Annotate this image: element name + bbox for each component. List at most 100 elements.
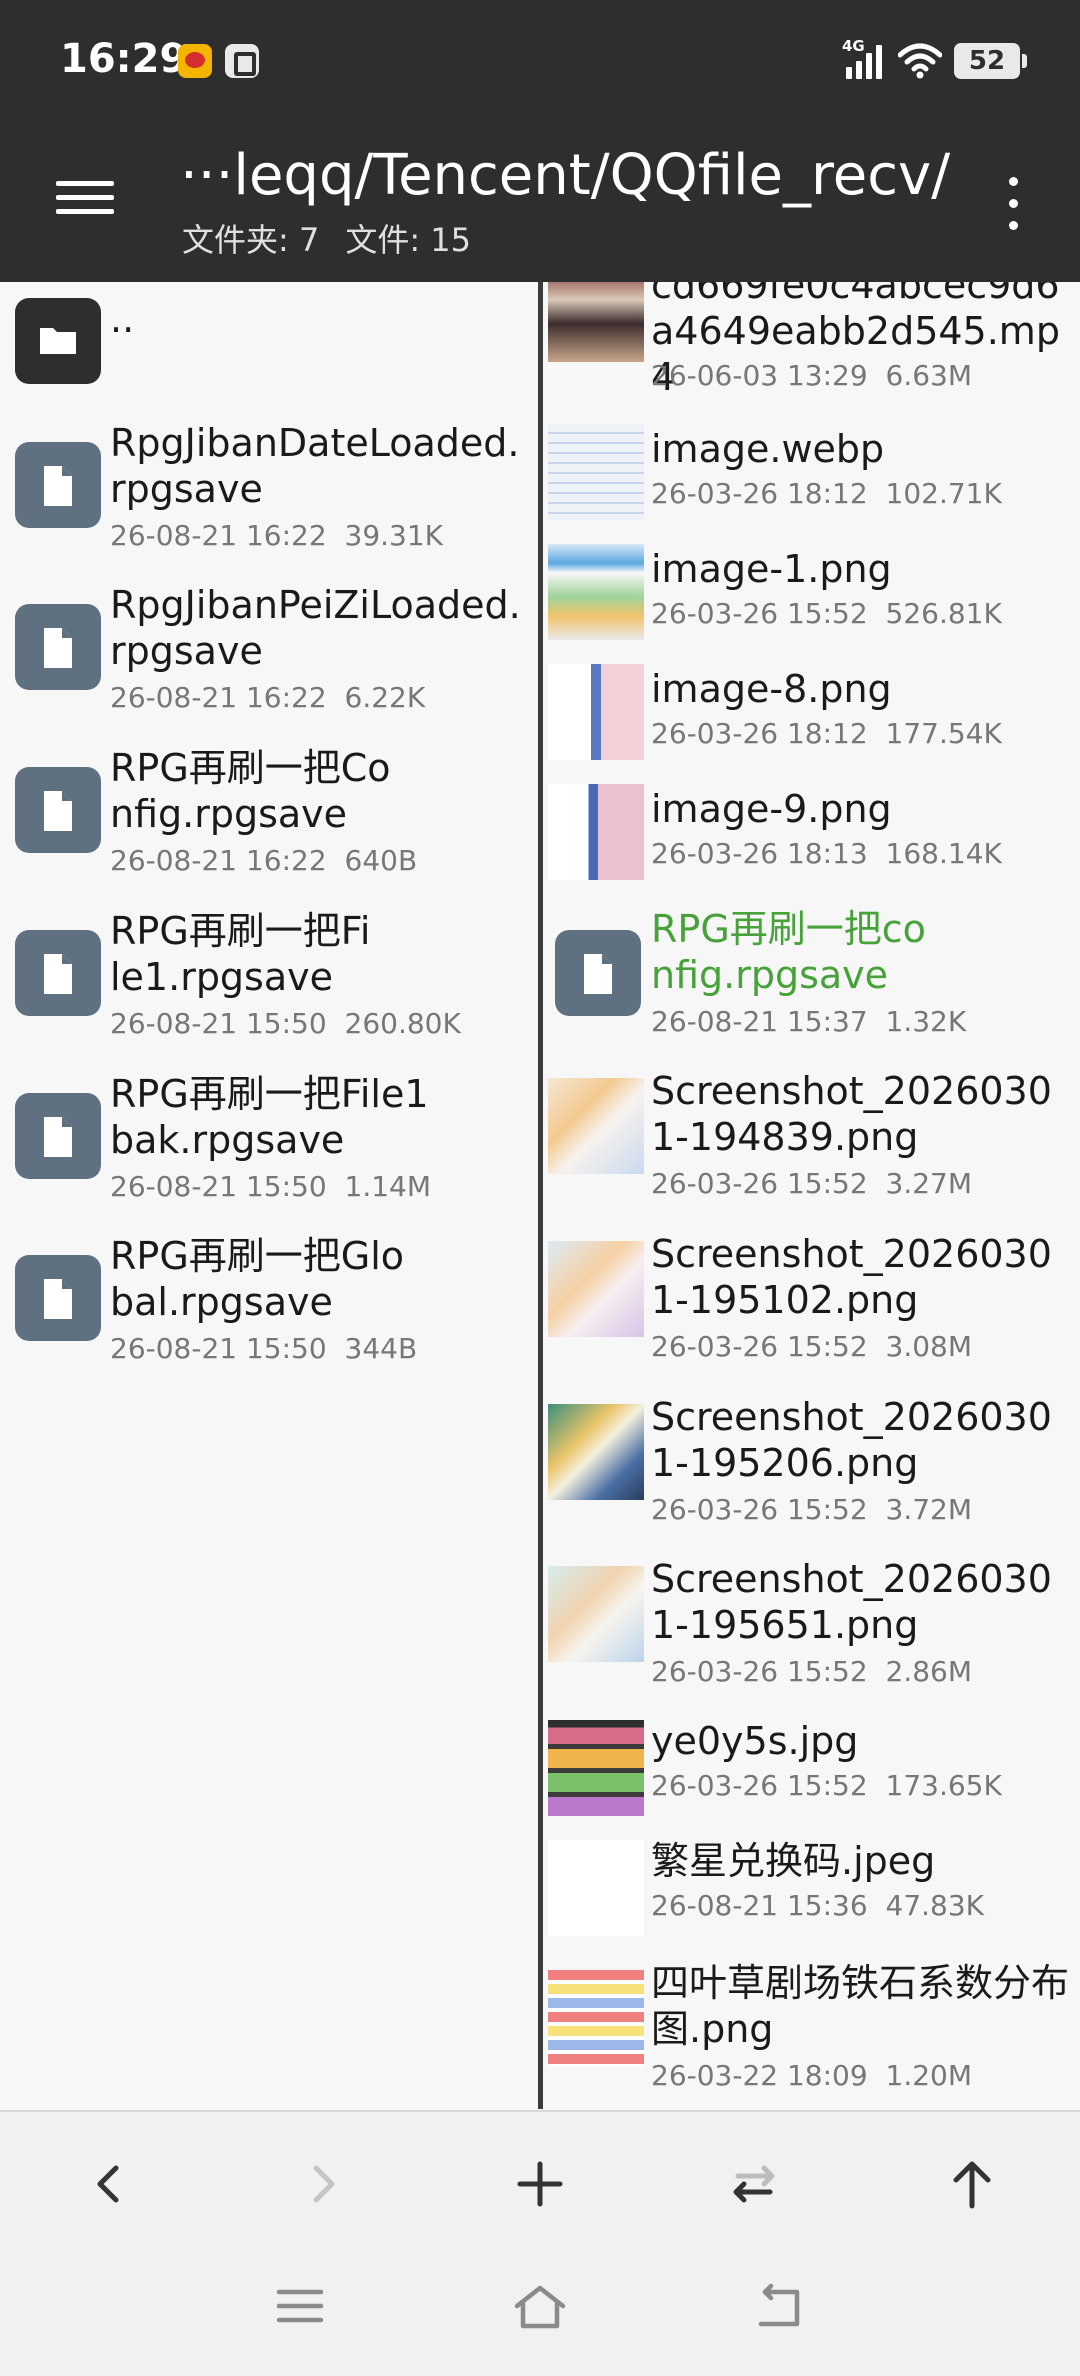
file-size: 526.81K (885, 597, 1002, 630)
file-date: 26-03-26 18:12 (651, 477, 868, 510)
file-meta: 26-08-21 15:50 1.14M (110, 1170, 431, 1203)
file-name: RpgJibanDateLoaded.rpgsave (110, 421, 520, 511)
file-name: image-9.png (651, 787, 892, 831)
file-size: 2.86M (885, 1655, 973, 1688)
list-item[interactable]: Screenshot_20260301-194839.png 26-03-26 … (543, 1068, 1080, 1218)
file-date: 26-08-21 15:50 (110, 1170, 327, 1203)
list-item[interactable]: Screenshot_20260301-195206.png 26-03-26 … (543, 1394, 1080, 1544)
list-item[interactable]: Screenshot_20260301-195651.png 26-03-26 … (543, 1556, 1080, 1706)
file-size: 173.65K (885, 1769, 1002, 1802)
file-size: 6.63M (885, 359, 973, 392)
add-icon[interactable] (500, 2144, 580, 2224)
file-date: 26-08-21 15:50 (110, 1332, 327, 1365)
app-icon (225, 44, 259, 78)
network-label: 4G (842, 37, 865, 55)
file-icon (15, 442, 101, 528)
forward-icon[interactable] (284, 2144, 364, 2224)
list-item[interactable]: RpgJibanPeiZiLoaded.rpgsave 26-08-21 16:… (0, 582, 538, 732)
file-date: 26-03-22 18:09 (651, 2059, 868, 2092)
file-meta: 26-03-22 18:09 1.20M (651, 2059, 972, 2092)
image-thumbnail (548, 784, 644, 880)
system-nav-bar (0, 2250, 1080, 2376)
folder-icon (15, 298, 101, 384)
file-size: 260.80K (344, 1007, 461, 1040)
file-meta: 26-03-26 18:12 177.54K (651, 717, 1002, 750)
image-thumbnail (548, 1566, 644, 1662)
right-file-pane[interactable]: cd669fe0c4abcec9d6a4649eabb2d545.mp4 26-… (543, 282, 1080, 2109)
recents-icon[interactable] (265, 2276, 335, 2336)
file-size: 1.20M (885, 2059, 973, 2092)
file-name: image-1.png (651, 547, 892, 591)
file-date: 26-08-21 15:36 (651, 1889, 868, 1922)
back-icon[interactable] (68, 2144, 148, 2224)
file-meta: 26-08-21 16:22 640B (110, 844, 417, 877)
file-meta: 26-08-21 16:22 6.22K (110, 681, 425, 714)
file-size: 3.72M (885, 1493, 973, 1526)
parent-folder-row[interactable]: .. (0, 296, 538, 396)
file-size: 3.27M (885, 1167, 973, 1200)
file-meta: 26-03-26 15:52 3.27M (651, 1167, 972, 1200)
file-date: 26-08-21 15:37 (651, 1005, 868, 1038)
current-path[interactable]: ···leqq/Tencent/QQfile_recv/ (180, 143, 950, 208)
file-meta: 26-03-26 15:52 3.72M (651, 1493, 972, 1526)
file-meta: 26-03-26 18:12 102.71K (651, 477, 1002, 510)
battery-level: 52 (968, 46, 1006, 76)
file-meta: 26-03-26 18:13 168.14K (651, 837, 1002, 870)
file-name: image.webp (651, 427, 885, 471)
file-meta: 26-06-03 13:29 6.63M (651, 359, 972, 392)
file-size: 177.54K (885, 717, 1002, 750)
menu-icon[interactable] (56, 175, 114, 221)
list-item[interactable]: image.webp 26-03-26 18:12 102.71K (543, 424, 1080, 536)
left-file-pane[interactable]: .. RpgJibanDateLoaded.rpgsave 26-08-21 1… (0, 282, 538, 2109)
file-size: 39.31K (344, 519, 444, 552)
file-size: 344B (344, 1332, 418, 1365)
home-icon[interactable] (505, 2276, 575, 2336)
list-item[interactable]: image-1.png 26-03-26 15:52 526.81K (543, 544, 1080, 656)
file-icon (15, 767, 101, 853)
list-item[interactable]: RPG再刷一把File1bak.rpgsave 26-08-21 15:50 1… (0, 1071, 538, 1221)
file-meta: 26-03-26 15:52 2.86M (651, 1655, 972, 1688)
file-name: Screenshot_20260301-195206.png (651, 1395, 1052, 1485)
list-item[interactable]: cd669fe0c4abcec9d6a4649eabb2d545.mp4 26-… (543, 282, 1080, 399)
list-item[interactable]: RpgJibanDateLoaded.rpgsave 26-08-21 16:2… (0, 420, 538, 570)
path-counts: 文件夹: 7 文件: 15 (182, 215, 497, 261)
file-size: 6.22K (344, 681, 426, 714)
file-size: 47.83K (885, 1889, 985, 1922)
file-date: 26-08-21 16:22 (110, 519, 327, 552)
swap-icon[interactable] (714, 2144, 794, 2224)
list-item[interactable]: RPG再刷一把config.rpgsave 26-08-21 15:37 1.3… (543, 906, 1080, 1056)
list-item[interactable]: ye0y5s.jpg 26-03-26 15:52 173.65K (543, 1718, 1080, 1828)
list-item[interactable]: RPG再刷一把Global.rpgsave 26-08-21 15:50 344… (0, 1233, 538, 1383)
list-item[interactable]: image-9.png 26-03-26 18:13 168.14K (543, 784, 1080, 896)
list-item[interactable]: RPG再刷一把File1.rpgsave 26-08-21 15:50 260.… (0, 908, 538, 1058)
file-date: 26-03-26 15:52 (651, 1769, 868, 1802)
image-thumbnail (548, 424, 644, 520)
file-name: RPG再刷一把File1.rpgsave (110, 909, 371, 999)
file-date: 26-03-26 18:13 (651, 837, 868, 870)
more-options-icon[interactable] (1006, 175, 1020, 231)
signal-icon: 4G (842, 37, 886, 79)
file-meta: 26-08-21 15:50 344B (110, 1332, 417, 1365)
folder-count: 文件夹: 7 (182, 221, 320, 259)
file-date: 26-03-26 15:52 (651, 1330, 868, 1363)
list-item[interactable]: 繁星兑换码.jpeg 26-08-21 15:36 47.83K (543, 1838, 1080, 1948)
video-thumbnail (548, 282, 644, 362)
file-size: 1.32K (885, 1005, 967, 1038)
file-date: 26-03-26 18:12 (651, 717, 868, 750)
return-icon[interactable] (745, 2276, 815, 2336)
list-item[interactable]: Screenshot_20260301-195102.png 26-03-26 … (543, 1231, 1080, 1381)
file-date: 26-03-26 15:52 (651, 1167, 868, 1200)
file-icon (15, 1255, 101, 1341)
status-bar: 16:29 4G 52 (0, 0, 1080, 125)
image-thumbnail (548, 1720, 644, 1816)
list-item[interactable]: 四叶草剧场铁石系数分布图.png 26-03-22 18:09 1.20M (543, 1960, 1080, 2109)
list-item[interactable]: image-8.png 26-03-26 18:12 177.54K (543, 664, 1080, 776)
image-thumbnail (548, 1404, 644, 1500)
weibo-icon (178, 44, 212, 78)
image-thumbnail (548, 1840, 644, 1936)
parent-folder-label: .. (110, 297, 135, 341)
list-item[interactable]: RPG再刷一把Config.rpgsave 26-08-21 16:22 640… (0, 745, 538, 895)
file-date: 26-08-21 16:22 (110, 681, 327, 714)
file-icon (15, 1093, 101, 1179)
up-icon[interactable] (932, 2144, 1012, 2224)
